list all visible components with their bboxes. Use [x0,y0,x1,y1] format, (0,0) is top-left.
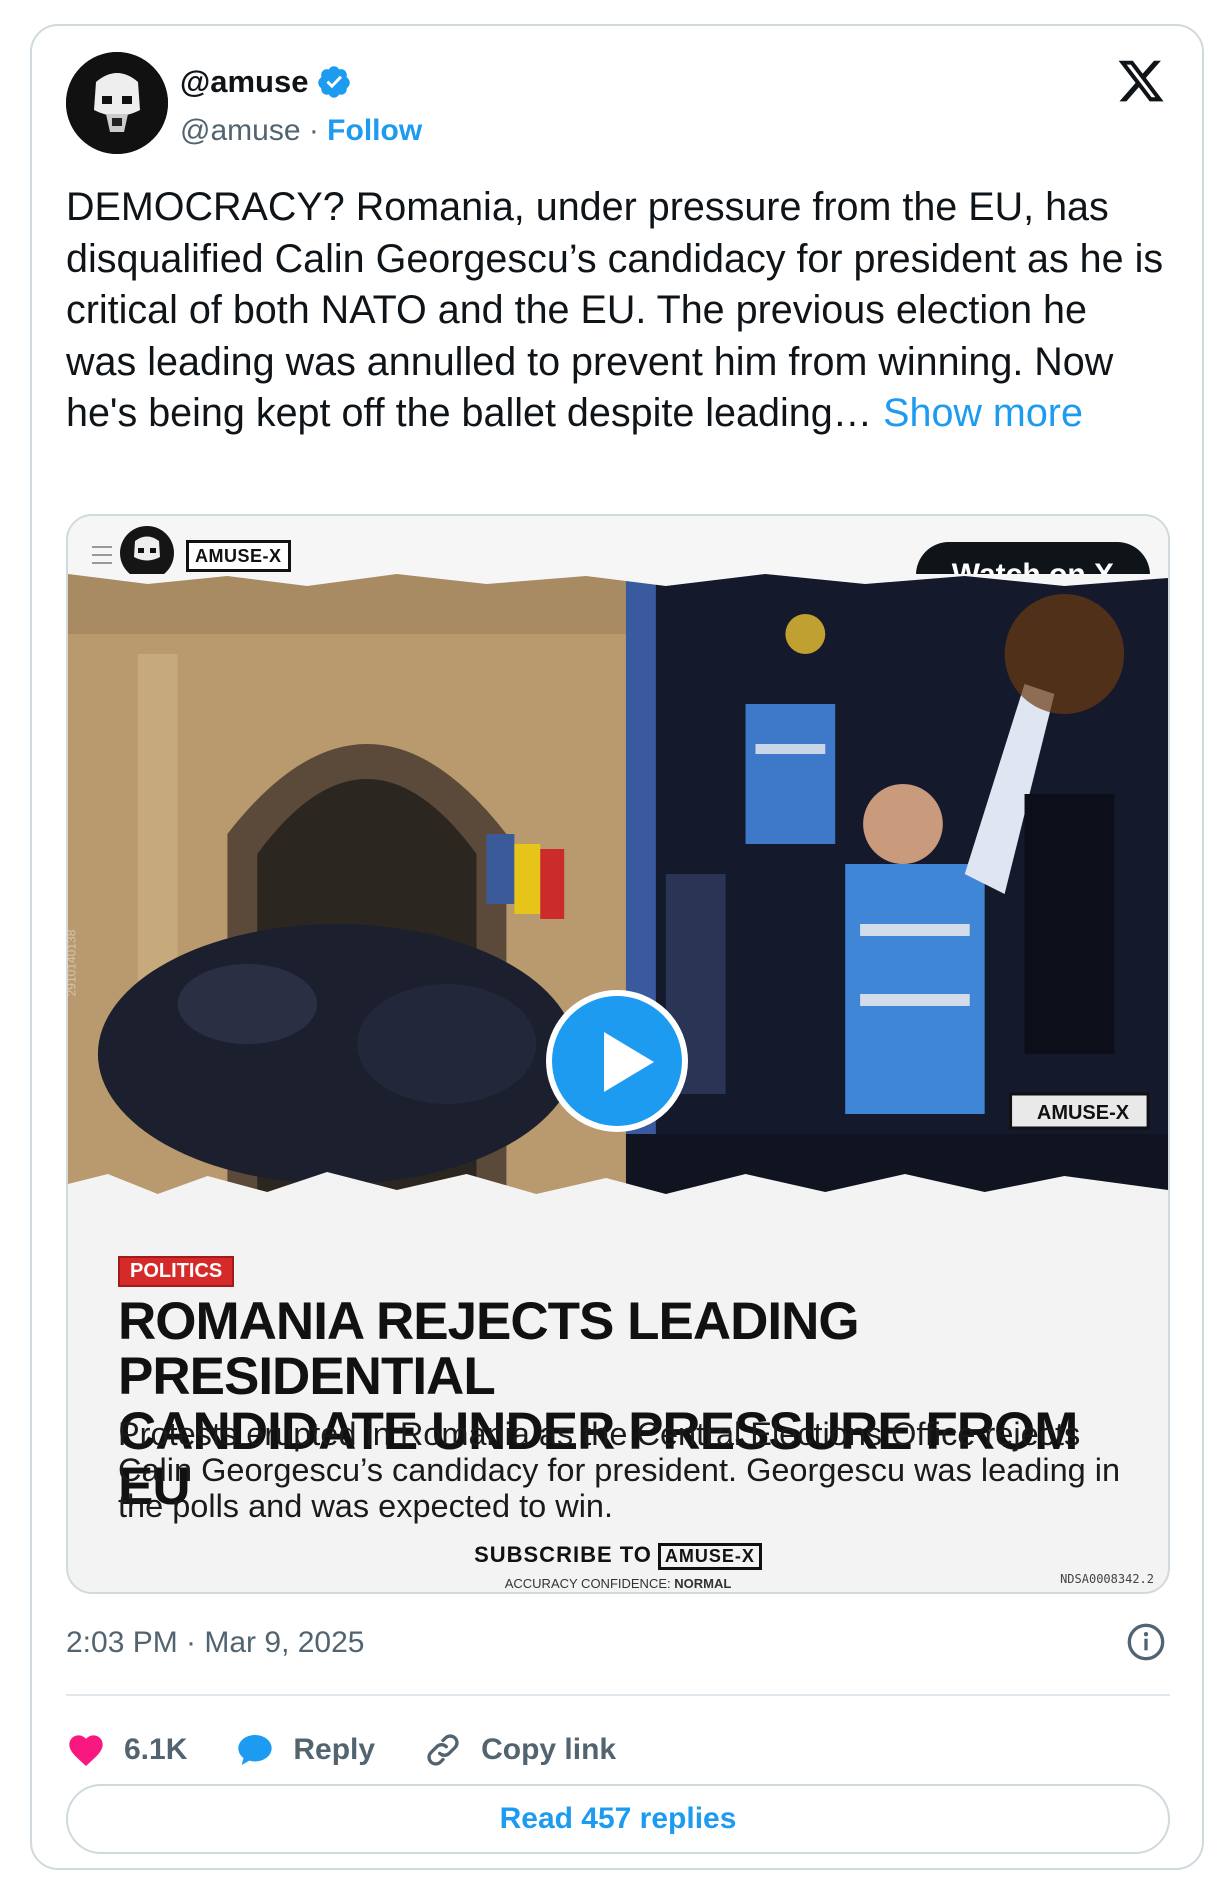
divider [66,1694,1170,1696]
verified-badge-icon [318,66,351,98]
like-button[interactable]: 6.1K [66,1730,187,1770]
action-bar: 6.1K Reply Copy link [66,1722,664,1778]
watermark-badge: AMUSE-X [1036,1102,1130,1124]
copy-link-button[interactable]: Copy link [423,1730,616,1770]
headline-line-1: ROMANIA REJECTS LEADING PRESIDENTIAL [118,1292,860,1406]
author-handle: @amuse [180,114,301,147]
timestamp[interactable]: 2:03 PM · Mar 9, 2025 [66,1626,364,1660]
tweet-text: DEMOCRACY? Romania, under pressure from … [66,182,1166,440]
subscribe-label: SUBSCRIBE TO [474,1542,652,1567]
accuracy-value: NORMAL [674,1576,732,1591]
avatar[interactable] [66,52,168,154]
accuracy-line: ACCURACY CONFIDENCE: NORMAL [68,1576,1168,1591]
show-more-link[interactable]: Show more [883,391,1083,435]
reply-bubble-icon [238,1735,273,1765]
handle-separator: · [300,114,328,147]
subscribe-line: SUBSCRIBE TO AMUSE-X [68,1542,1168,1570]
reply-label: Reply [293,1733,376,1766]
video-thumbnail [68,574,1168,1236]
author-name-row: @amuse [180,64,352,100]
side-code: 2910140138 [66,929,79,997]
brand-badge: AMUSE-X [186,540,291,572]
subscribe-brand: AMUSE-X [657,1543,762,1570]
follow-button[interactable]: Follow [327,114,422,147]
reply-button[interactable]: Reply [235,1730,375,1770]
copy-link-label: Copy link [481,1733,617,1766]
info-icon[interactable] [1126,1622,1166,1662]
link-icon [427,1734,459,1766]
menu-icon [92,546,112,564]
accuracy-prefix: ACCURACY CONFIDENCE: [504,1576,675,1591]
handle-row: @amuse · Follow [180,114,422,148]
video-card[interactable]: AMUSE-X Watch on X [66,514,1170,1594]
media-subtext: Protests erupted in Romania as the Centr… [118,1416,1121,1524]
read-replies-button[interactable]: Read 457 replies [66,1784,1170,1854]
x-logo-icon[interactable] [1116,56,1166,106]
category-tag: POLITICS [118,1256,235,1287]
brand-logo-icon [120,526,174,580]
play-button-icon[interactable] [546,990,688,1132]
tweet-card: @amuse @amuse · Follow DEMOCRACY? Romani… [30,24,1204,1870]
author-display-name[interactable]: @amuse [180,64,308,100]
media-code: NDSA0008342.2 [1060,1572,1154,1586]
like-count: 6.1K [124,1733,188,1766]
heart-icon [69,1735,103,1766]
